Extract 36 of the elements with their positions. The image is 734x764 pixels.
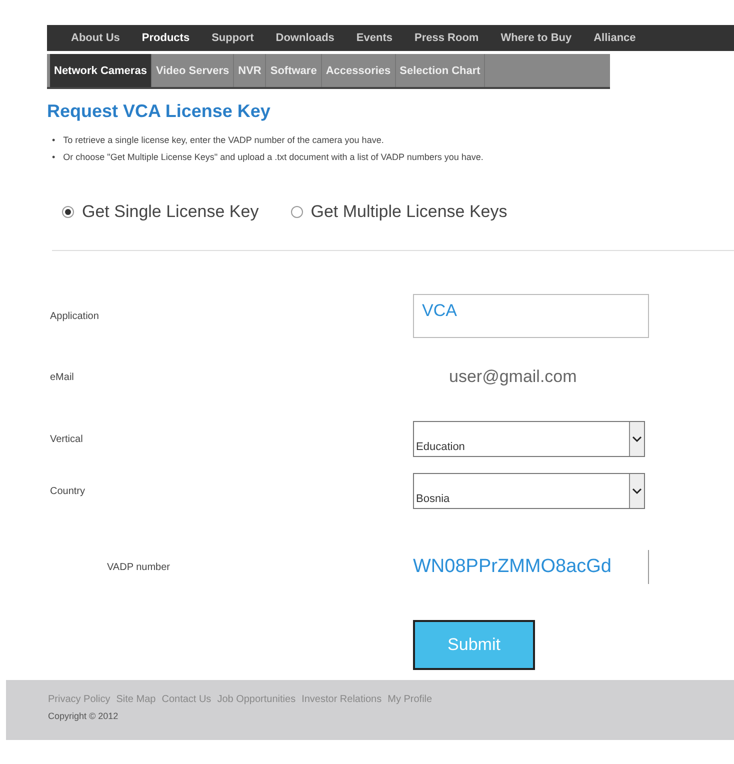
sub-nav-tab[interactable]: Network Cameras — [50, 54, 152, 87]
field-label: Application — [49, 310, 100, 322]
sub-nav-tab[interactable]: Software — [266, 54, 322, 87]
sub-nav-tab[interactable]: Video Servers — [152, 54, 234, 87]
radio-button[interactable] — [290, 206, 303, 218]
bullet-mark: • — [52, 151, 56, 164]
page-title: Request VCA License Key — [47, 101, 272, 122]
field-label: Vertical — [49, 434, 84, 444]
nav-link[interactable]: Support — [212, 32, 254, 44]
sub-nav-tab[interactable]: NVR — [234, 54, 266, 87]
nav-link[interactable]: Downloads — [276, 32, 334, 44]
radio-label[interactable]: Get Single License Key — [82, 202, 259, 222]
caret-icon — [629, 474, 644, 508]
caret-icon — [629, 422, 644, 456]
nav-link[interactable]: About Us — [71, 32, 120, 44]
instruction-text: Or choose "Get Multiple License Keys" and upload a .txt document with a list of VADP numbers you have. — [63, 151, 484, 164]
copyright-text: Copyright © 2012 — [48, 711, 120, 721]
radio-button[interactable] — [62, 206, 74, 218]
nav-link[interactable]: Products — [142, 32, 190, 44]
sub-nav-tab[interactable]: Selection Chart — [396, 54, 486, 87]
nav-link[interactable]: Press Room — [414, 32, 479, 44]
dropdown[interactable]: Education — [413, 421, 645, 457]
bullet-mark: • — [52, 134, 56, 147]
field-label: Country — [49, 486, 86, 496]
nav-link[interactable]: Where to Buy — [500, 32, 572, 44]
nav-link[interactable]: Events — [356, 32, 392, 44]
dropdown[interactable]: Bosnia — [413, 473, 645, 509]
nav-link[interactable]: Alliance — [594, 32, 636, 44]
field-label: eMail — [49, 372, 75, 382]
sub-nav-tab[interactable]: Accessories — [322, 54, 396, 87]
instruction-text: To retrieve a single license key, enter the VADP number of the camera you have. — [63, 134, 384, 147]
input-field[interactable]: WN08PPrZMMO8acGd — [413, 550, 649, 584]
field-label: VADP number — [106, 562, 171, 572]
input-field[interactable]: user@gmail.com — [413, 367, 577, 387]
input-field[interactable]: VCA — [413, 294, 649, 338]
radio-label[interactable]: Get Multiple License Keys — [310, 202, 508, 222]
